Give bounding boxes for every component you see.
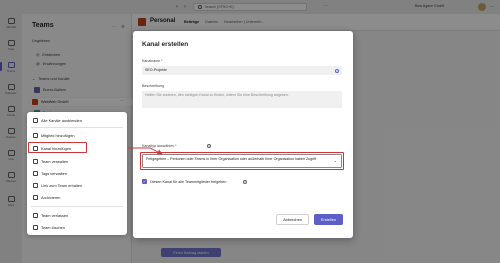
- annotation-arrow: [128, 147, 163, 155]
